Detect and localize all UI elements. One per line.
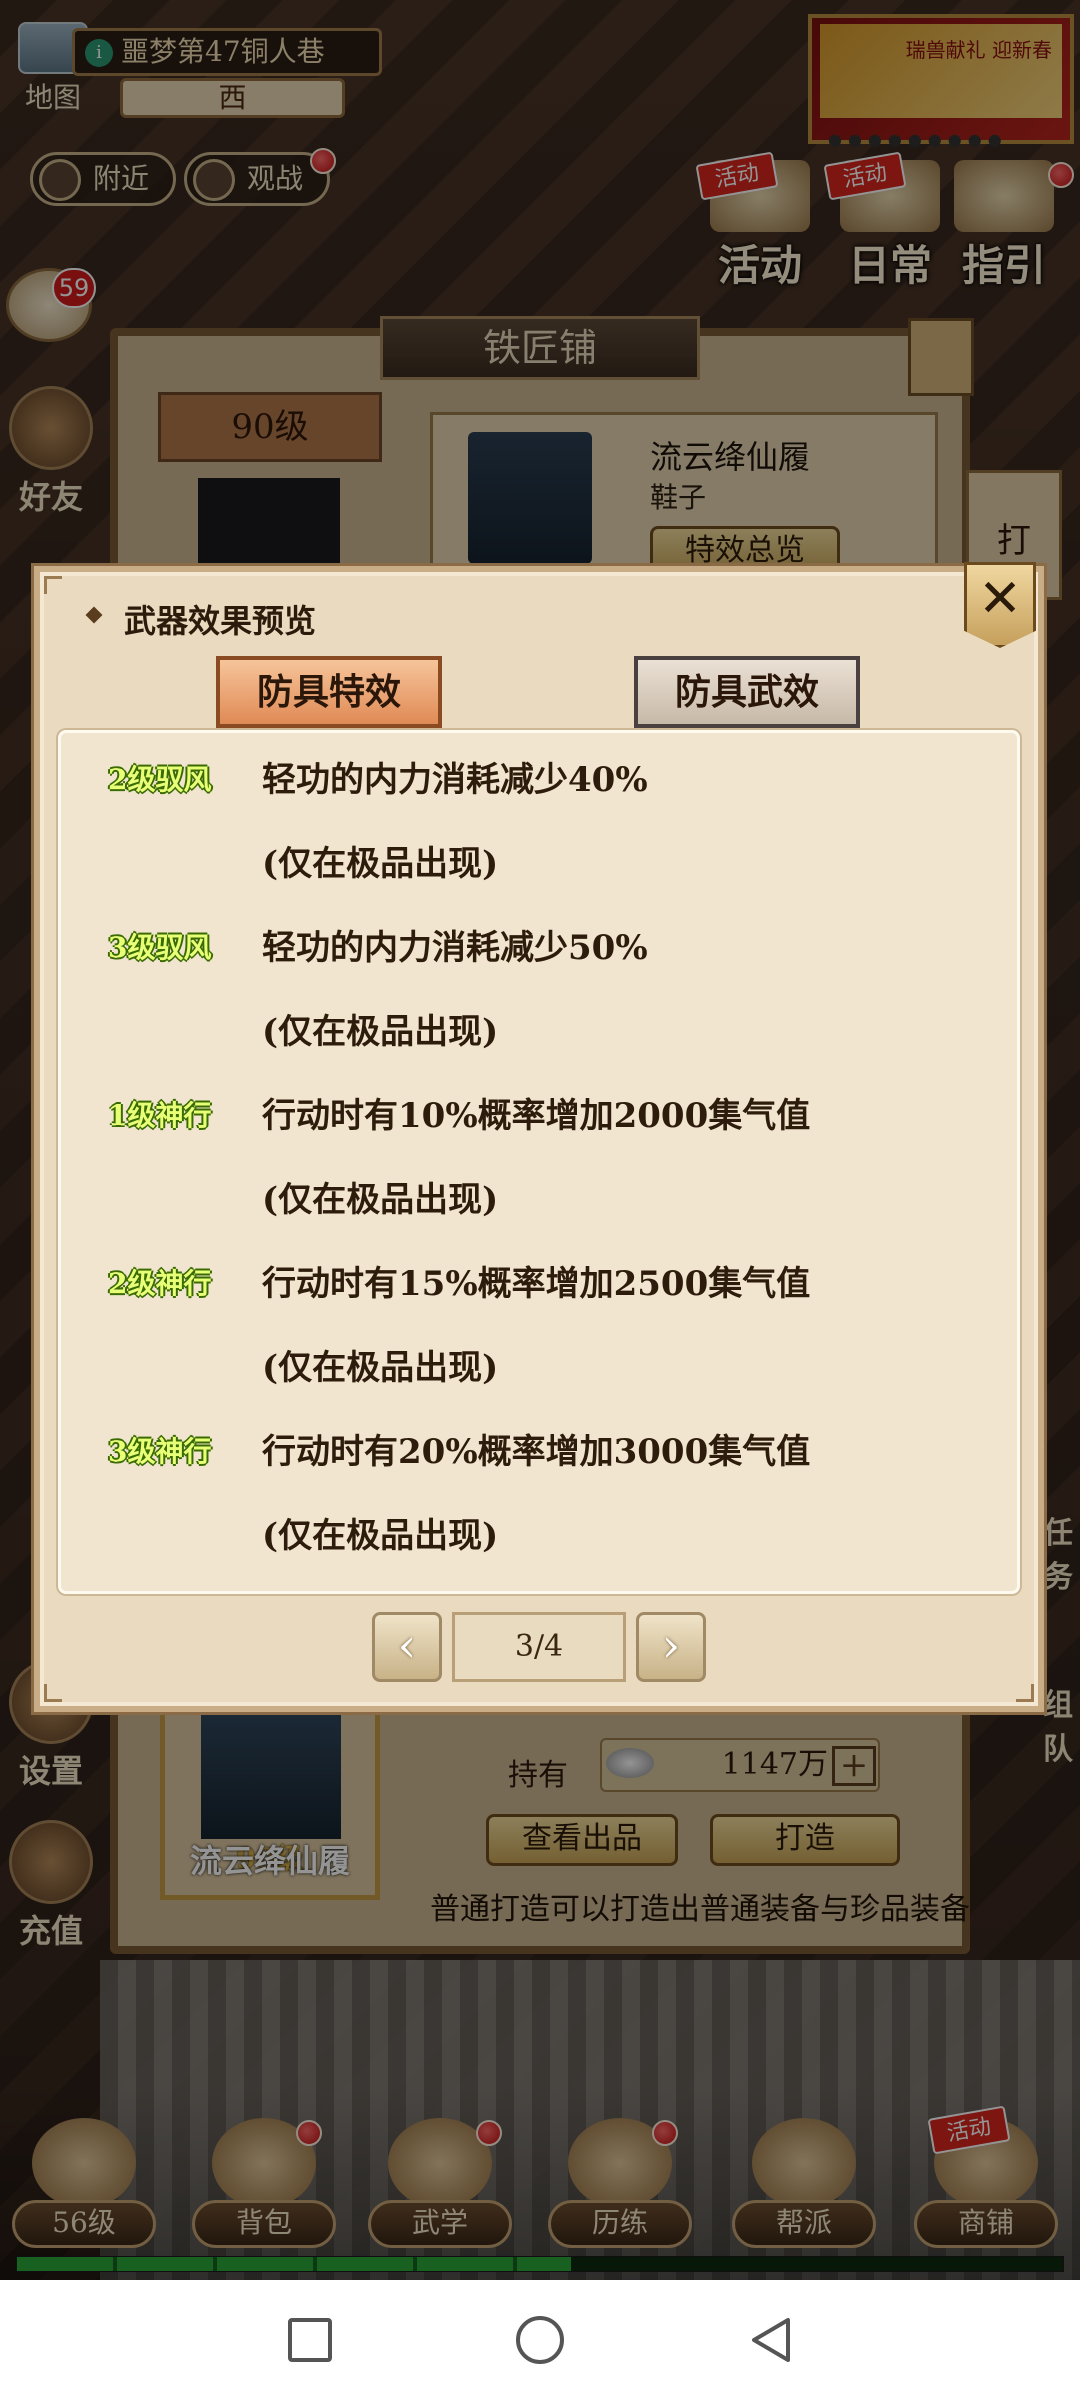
home-button[interactable] [516,2316,564,2364]
effect-row: 2级驭风 轻功的内力消耗减少40% [58,738,1020,822]
back-icon [752,2318,790,2362]
tab-armor-martial[interactable]: 防具武效 [634,656,860,728]
frame-corner [44,1684,62,1702]
effect-level: 3级神行 [108,1435,212,1468]
effect-level: 3级驭风 [108,931,212,964]
next-page-button[interactable]: › [636,1612,706,1682]
frame-corner [1016,1684,1034,1702]
effect-row: (仅在极品出现) [58,1494,1020,1578]
effect-level: 1级神行 [108,1099,212,1132]
back-button[interactable] [748,2316,796,2364]
effect-text: 轻功的内力消耗减少40% [262,760,648,800]
effect-level: 2级神行 [108,1267,212,1300]
effect-text: (仅在极品出现) [262,1012,499,1052]
page-indicator: 3/4 [452,1612,626,1682]
effect-text: (仅在极品出现) [262,1516,499,1556]
effect-row: (仅在极品出现) [58,822,1020,906]
dialog-title: 武器效果预览 [124,602,317,640]
effect-row: 3级神行 行动时有20%概率增加3000集气值 [58,1410,1020,1494]
chevron-left-icon: ‹ [397,1618,417,1672]
recents-button[interactable] [288,2318,332,2362]
effect-text: 行动时有15%概率增加2500集气值 [262,1264,811,1304]
effect-text: 轻功的内力消耗减少50% [262,928,648,968]
effect-text: (仅在极品出现) [262,1348,499,1388]
prev-page-button[interactable]: ‹ [372,1612,442,1682]
effect-text: (仅在极品出现) [262,844,499,884]
close-icon: ✕ [978,569,1022,629]
effect-row: 3级驭风 轻功的内力消耗减少50% [58,906,1020,990]
effect-row: 2级神行 行动时有15%概率增加2500集气值 [58,1242,1020,1326]
effect-text: 行动时有20%概率增加3000集气值 [262,1432,811,1472]
effect-row: (仅在极品出现) [58,1326,1020,1410]
effect-row: (仅在极品出现) [58,1158,1020,1242]
effect-row: 1级神行 行动时有10%概率增加2000集气值 [58,1074,1020,1158]
frame-corner [44,576,62,594]
effect-text: 行动时有10%概率增加2000集气值 [262,1096,811,1136]
effect-level: 2级驭风 [108,763,212,796]
chevron-right-icon: › [661,1618,681,1672]
effect-row: (仅在极品出现) [58,990,1020,1074]
effect-text: (仅在极品出现) [262,1180,499,1220]
tab-armor-effects[interactable]: 防具特效 [216,656,442,728]
dialog-close-button[interactable]: ✕ [964,562,1036,648]
